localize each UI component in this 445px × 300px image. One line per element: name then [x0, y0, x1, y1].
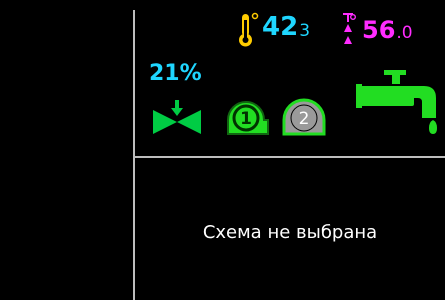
pump-1-icon: 1	[227, 101, 269, 135]
thermometer-icon	[239, 12, 259, 47]
humidity-readout: 56 .0	[362, 18, 413, 42]
vertical-divider	[133, 10, 135, 300]
status-message: Схема не выбрана	[202, 222, 378, 243]
pump-1[interactable]: 1	[222, 94, 278, 138]
pump-2-label: 2	[299, 109, 310, 129]
valve-percent: 21%	[149, 61, 202, 86]
humidity-fraction: .0	[396, 23, 413, 43]
humidity-drop-icon	[343, 13, 356, 44]
horizontal-divider	[135, 156, 445, 158]
pump-2[interactable]: 2	[280, 94, 336, 138]
pump-1-label: 1	[240, 109, 252, 129]
left-panel	[0, 0, 133, 300]
faucet-icon[interactable]	[356, 62, 438, 148]
temperature-readout: 42 3	[262, 14, 310, 40]
pump-2-icon: 2	[282, 98, 326, 136]
valve-icon[interactable]	[149, 98, 205, 136]
humidity-value: 56	[362, 16, 396, 44]
temperature-value: 42	[262, 12, 299, 42]
temperature-fraction: 3	[299, 21, 311, 41]
